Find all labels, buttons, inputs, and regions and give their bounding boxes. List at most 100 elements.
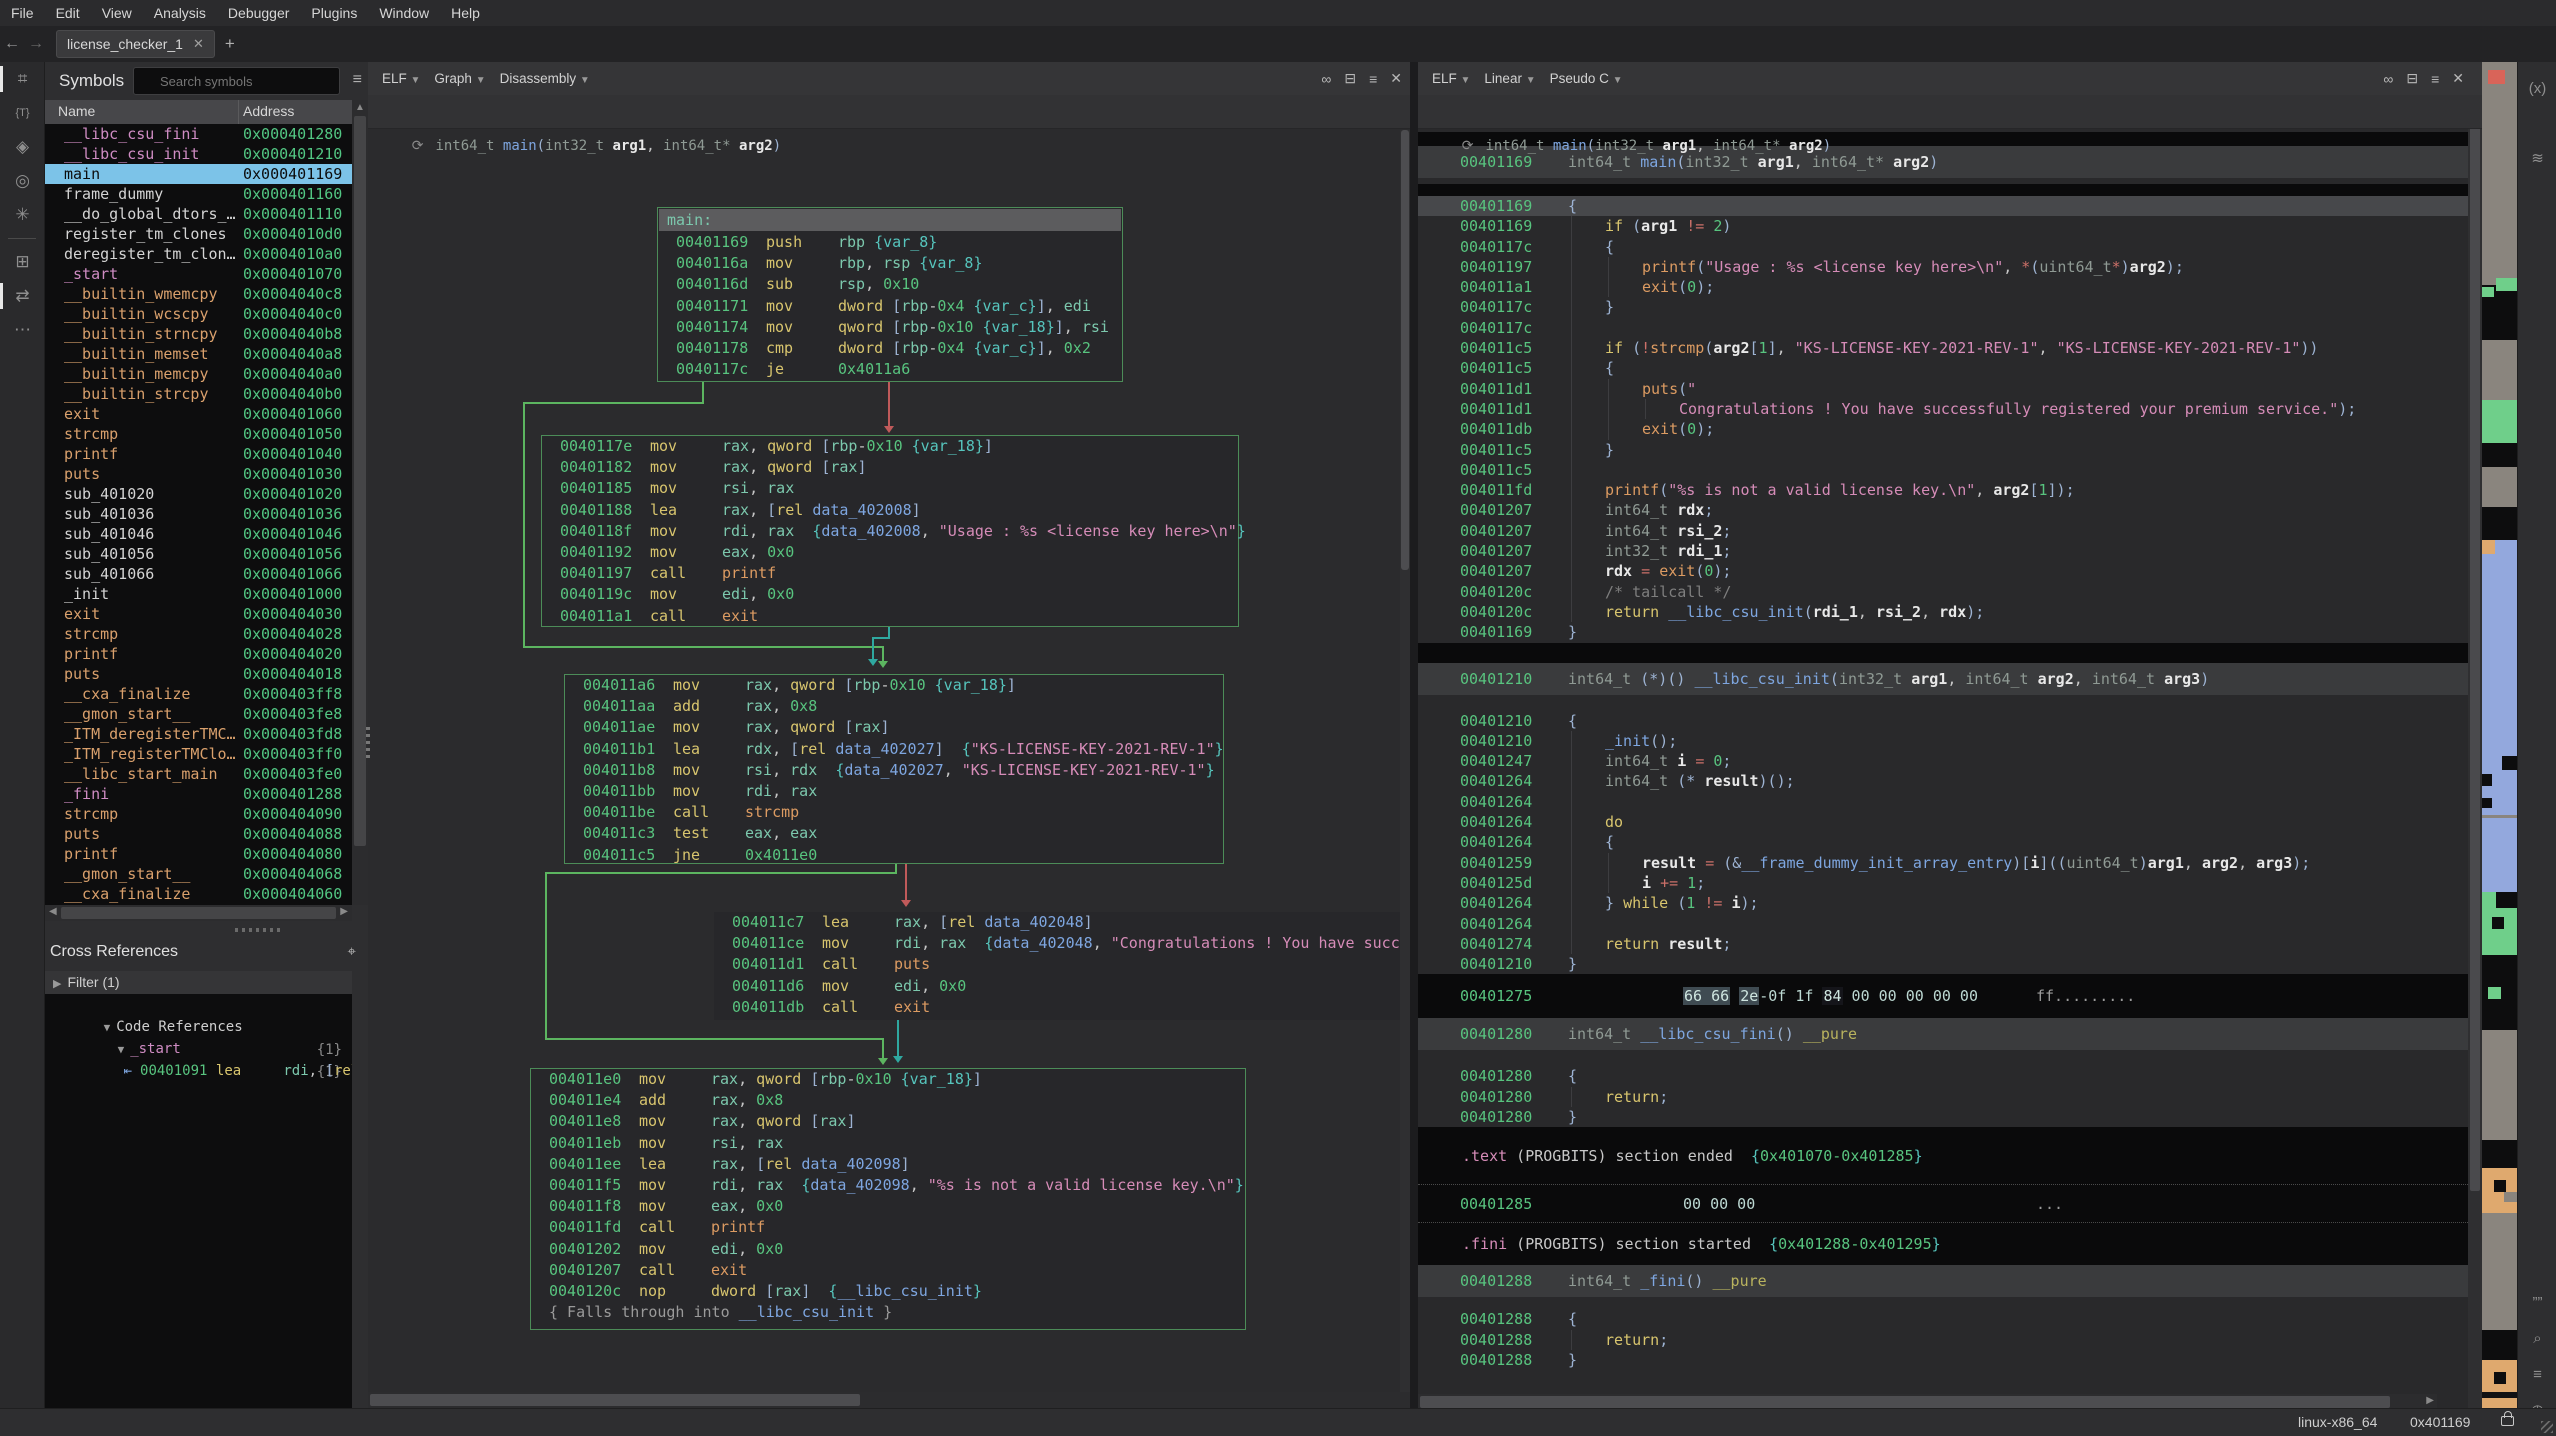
disasm-line-004011c7[interactable]: 004011c7learax, [rel data_402048]	[714, 912, 1410, 933]
view-selector-elf[interactable]: ELF ▼	[1432, 71, 1470, 86]
raw-bytes-row-00401275[interactable]: 0040127566 66 2e-0f 1f 84 00 00 00 00 00…	[1418, 974, 2482, 1018]
symbol-row-puts[interactable]: puts0x000404018	[45, 664, 352, 684]
graph-hscrollbar[interactable]	[368, 1392, 1410, 1408]
disasm-line-00401192[interactable]: 00401192moveax, 0x0	[542, 542, 1238, 563]
code-line-004011c5[interactable]: 004011c5{	[1418, 358, 2468, 378]
code-line-00401288[interactable]: 00401288}	[1418, 1350, 2468, 1370]
scroll-thumb[interactable]	[354, 116, 366, 846]
symbol-row-strcmp[interactable]: strcmp0x000401050	[45, 424, 352, 444]
reload-icon[interactable]: ⟳	[1462, 138, 1474, 154]
pane-divider[interactable]	[1410, 62, 1418, 1408]
code-line-00401247[interactable]: 00401247int64_t i = 0;	[1418, 751, 2468, 771]
tab-license-checker[interactable]: license_checker_1 ✕	[56, 30, 215, 58]
code-line-00401288[interactable]: 00401288{	[1418, 1309, 2468, 1329]
symbol-row-sub_401036[interactable]: sub_4010360x000401036	[45, 504, 352, 524]
menu-help[interactable]: Help	[440, 0, 491, 26]
code-line-0040117c[interactable]: 0040117c}	[1418, 297, 2468, 317]
close-icon[interactable]: ✕	[2452, 70, 2464, 87]
disasm-line-00401188[interactable]: 00401188learax, [rel data_402008]	[542, 500, 1238, 521]
code-line-0040120c[interactable]: 0040120creturn __libc_csu_init(rdi_1, rs…	[1418, 602, 2468, 622]
symbol-row-__cxa_finalize[interactable]: __cxa_finalize0x000403ff8	[45, 684, 352, 704]
disasm-line-00401169[interactable]: 00401169pushrbp {var_8}	[658, 232, 1122, 253]
feature-map-view-indicator[interactable]	[2488, 70, 2505, 84]
disasm-line-0040117e[interactable]: 0040117emovrax, qword [rbp-0x10 {var_18}…	[542, 436, 1238, 457]
sidebar-icon-symbols[interactable]: ⌗	[0, 62, 45, 96]
disasm-line-0040117c[interactable]: 0040117cje0x4011a6	[658, 359, 1122, 380]
code-line-004011c5[interactable]: 004011c5if (!strcmp(arg2[1], "KS-LICENSE…	[1418, 338, 2468, 358]
xref-code-references-row[interactable]: ▼Code References {1}	[45, 994, 352, 1016]
disasm-line-004011a6[interactable]: 004011a6movrax, qword [rbp-0x10 {var_18}…	[565, 675, 1223, 696]
disasm-line-004011ce[interactable]: 004011cemovrdi, rax {data_402048, "Congr…	[714, 933, 1410, 954]
code-line-004011d1[interactable]: 004011d1Congratulations ! You have succe…	[1418, 399, 2468, 419]
symbol-row-printf[interactable]: printf0x000404080	[45, 844, 352, 864]
disasm-line-0040118f[interactable]: 0040118fmovrdi, rax {data_402008, "Usage…	[542, 521, 1238, 542]
symbol-row-__libc_csu_init[interactable]: __libc_csu_init0x000401210	[45, 144, 352, 164]
code-line-004011a1[interactable]: 004011a1exit(0);	[1418, 277, 2468, 297]
disasm-line-004011c3[interactable]: 004011c3testeax, eax	[565, 823, 1223, 844]
graph-vscrollbar[interactable]	[1400, 130, 1410, 1392]
view-selector-elf[interactable]: ELF ▼	[382, 71, 420, 86]
strings-icon[interactable]: ””	[2518, 1284, 2556, 1320]
symbol-row-sub_401046[interactable]: sub_4010460x000401046	[45, 524, 352, 544]
disasm-line-00401182[interactable]: 00401182movrax, qword [rax]	[542, 457, 1238, 478]
split-icon[interactable]: ⊟	[1344, 70, 1356, 87]
symbol-row-printf[interactable]: printf0x000404020	[45, 644, 352, 664]
code-line-00401207[interactable]: 00401207int64_t rsi_2;	[1418, 521, 2468, 541]
code-line-00401264[interactable]: 00401264int64_t (* result)();	[1418, 771, 2468, 791]
disasm-line-004011e0[interactable]: 004011e0movrax, qword [rbp-0x10 {var_18}…	[531, 1069, 1245, 1090]
symbol-search-input[interactable]	[133, 67, 340, 95]
symbol-row-__builtin_wcscpy[interactable]: __builtin_wcscpy0x0004040c0	[45, 304, 352, 324]
symbol-row-_start[interactable]: _start0x000401070	[45, 264, 352, 284]
new-tab-button[interactable]: +	[225, 34, 235, 54]
feature-map[interactable]	[2482, 62, 2517, 1408]
basic-block-1[interactable]: 0040117emovrax, qword [rbp-0x10 {var_18}…	[541, 435, 1239, 627]
code-line-00401207[interactable]: 00401207rdx = exit(0);	[1418, 561, 2468, 581]
scroll-right-icon[interactable]: ▶	[2426, 1395, 2434, 1406]
symbol-row-sub_401066[interactable]: sub_4010660x000401066	[45, 564, 352, 584]
symbol-row-__do_global_dtors_[interactable]: __do_global_dtors_…0x000401110	[45, 204, 352, 224]
basic-block-2[interactable]: 004011a6movrax, qword [rbp-0x10 {var_18}…	[564, 674, 1224, 864]
code-line-00401274[interactable]: 00401274return result;	[1418, 934, 2468, 954]
menu-edit[interactable]: Edit	[45, 0, 91, 26]
disasm-line-004011bb[interactable]: 004011bbmovrdi, rax	[565, 781, 1223, 802]
symbol-row-main[interactable]: main0x000401169	[45, 164, 352, 184]
graph-breadcrumb[interactable]: ⟳int64_t main(int32_t arg1, int64_t* arg…	[368, 95, 1410, 129]
xref-filter-row[interactable]: ▶Filter (1)	[45, 971, 352, 994]
scroll-thumb[interactable]	[61, 907, 336, 919]
code-line-00401264[interactable]: 00401264} while (1 != i);	[1418, 893, 2468, 913]
disasm-line-004011fd[interactable]: 004011fdcallprintf	[531, 1217, 1245, 1238]
reload-icon[interactable]: ⟳	[412, 138, 424, 154]
link-icon[interactable]: ∞	[1321, 71, 1331, 87]
code-line-00401264[interactable]: 00401264do	[1418, 812, 2468, 832]
stack-icon[interactable]: ≋	[2518, 140, 2556, 176]
code-line-00401207[interactable]: 00401207int64_t rdx;	[1418, 500, 2468, 520]
code-line-004011db[interactable]: 004011dbexit(0);	[1418, 419, 2468, 439]
lock-icon[interactable]	[2501, 1416, 2514, 1426]
function-header-00401280[interactable]: 00401280int64_t __libc_csu_fini() __pure	[1418, 1018, 2482, 1050]
sidebar-icon-tags[interactable]: ◈	[0, 130, 45, 164]
disasm-line-004011f8[interactable]: 004011f8moveax, 0x0	[531, 1196, 1245, 1217]
view-selector-pseudo-c[interactable]: Pseudo C ▼	[1550, 71, 1623, 86]
disasm-line-0040116d[interactable]: 0040116dsubrsp, 0x10	[658, 274, 1122, 295]
code-line-004011c5[interactable]: 004011c5}	[1418, 440, 2468, 460]
disasm-line-004011e8[interactable]: 004011e8movrax, qword [rax]	[531, 1111, 1245, 1132]
disasm-line-004011ae[interactable]: 004011aemovrax, qword [rax]	[565, 717, 1223, 738]
variables-icon[interactable]: (x)	[2518, 70, 2556, 106]
symbol-row-__builtin_strcpy[interactable]: __builtin_strcpy0x0004040b0	[45, 384, 352, 404]
close-icon[interactable]: ✕	[1390, 70, 1402, 87]
column-address[interactable]: Address	[243, 103, 294, 119]
scroll-thumb[interactable]	[370, 1394, 860, 1406]
basic-block-3[interactable]: 004011c7learax, [rel data_402048]004011c…	[714, 912, 1410, 1020]
function-header-00401210[interactable]: 00401210int64_t (*)() __libc_csu_init(in…	[1418, 663, 2482, 695]
pin-icon[interactable]: ⌖	[348, 943, 356, 960]
symbols-hscrollbar[interactable]: ◀ ▶	[45, 905, 352, 921]
code-line-0040125d[interactable]: 0040125di += 1;	[1418, 873, 2468, 893]
symbol-row-__gmon_start__[interactable]: __gmon_start__0x000404068	[45, 864, 352, 884]
disasm-line-0040116a[interactable]: 0040116amovrbp, rsp {var_8}	[658, 253, 1122, 274]
forward-icon[interactable]: →	[24, 35, 48, 53]
symbol-row-_ITM_registerTMClo[interactable]: _ITM_registerTMClo…0x000403ff0	[45, 744, 352, 764]
symbol-row-_ITM_deregisterTMC[interactable]: _ITM_deregisterTMC…0x000403fd8	[45, 724, 352, 744]
menu-file[interactable]: File	[0, 0, 45, 26]
symbol-row-exit[interactable]: exit0x000401060	[45, 404, 352, 424]
code-line-00401169[interactable]: 00401169{	[1418, 196, 2468, 216]
